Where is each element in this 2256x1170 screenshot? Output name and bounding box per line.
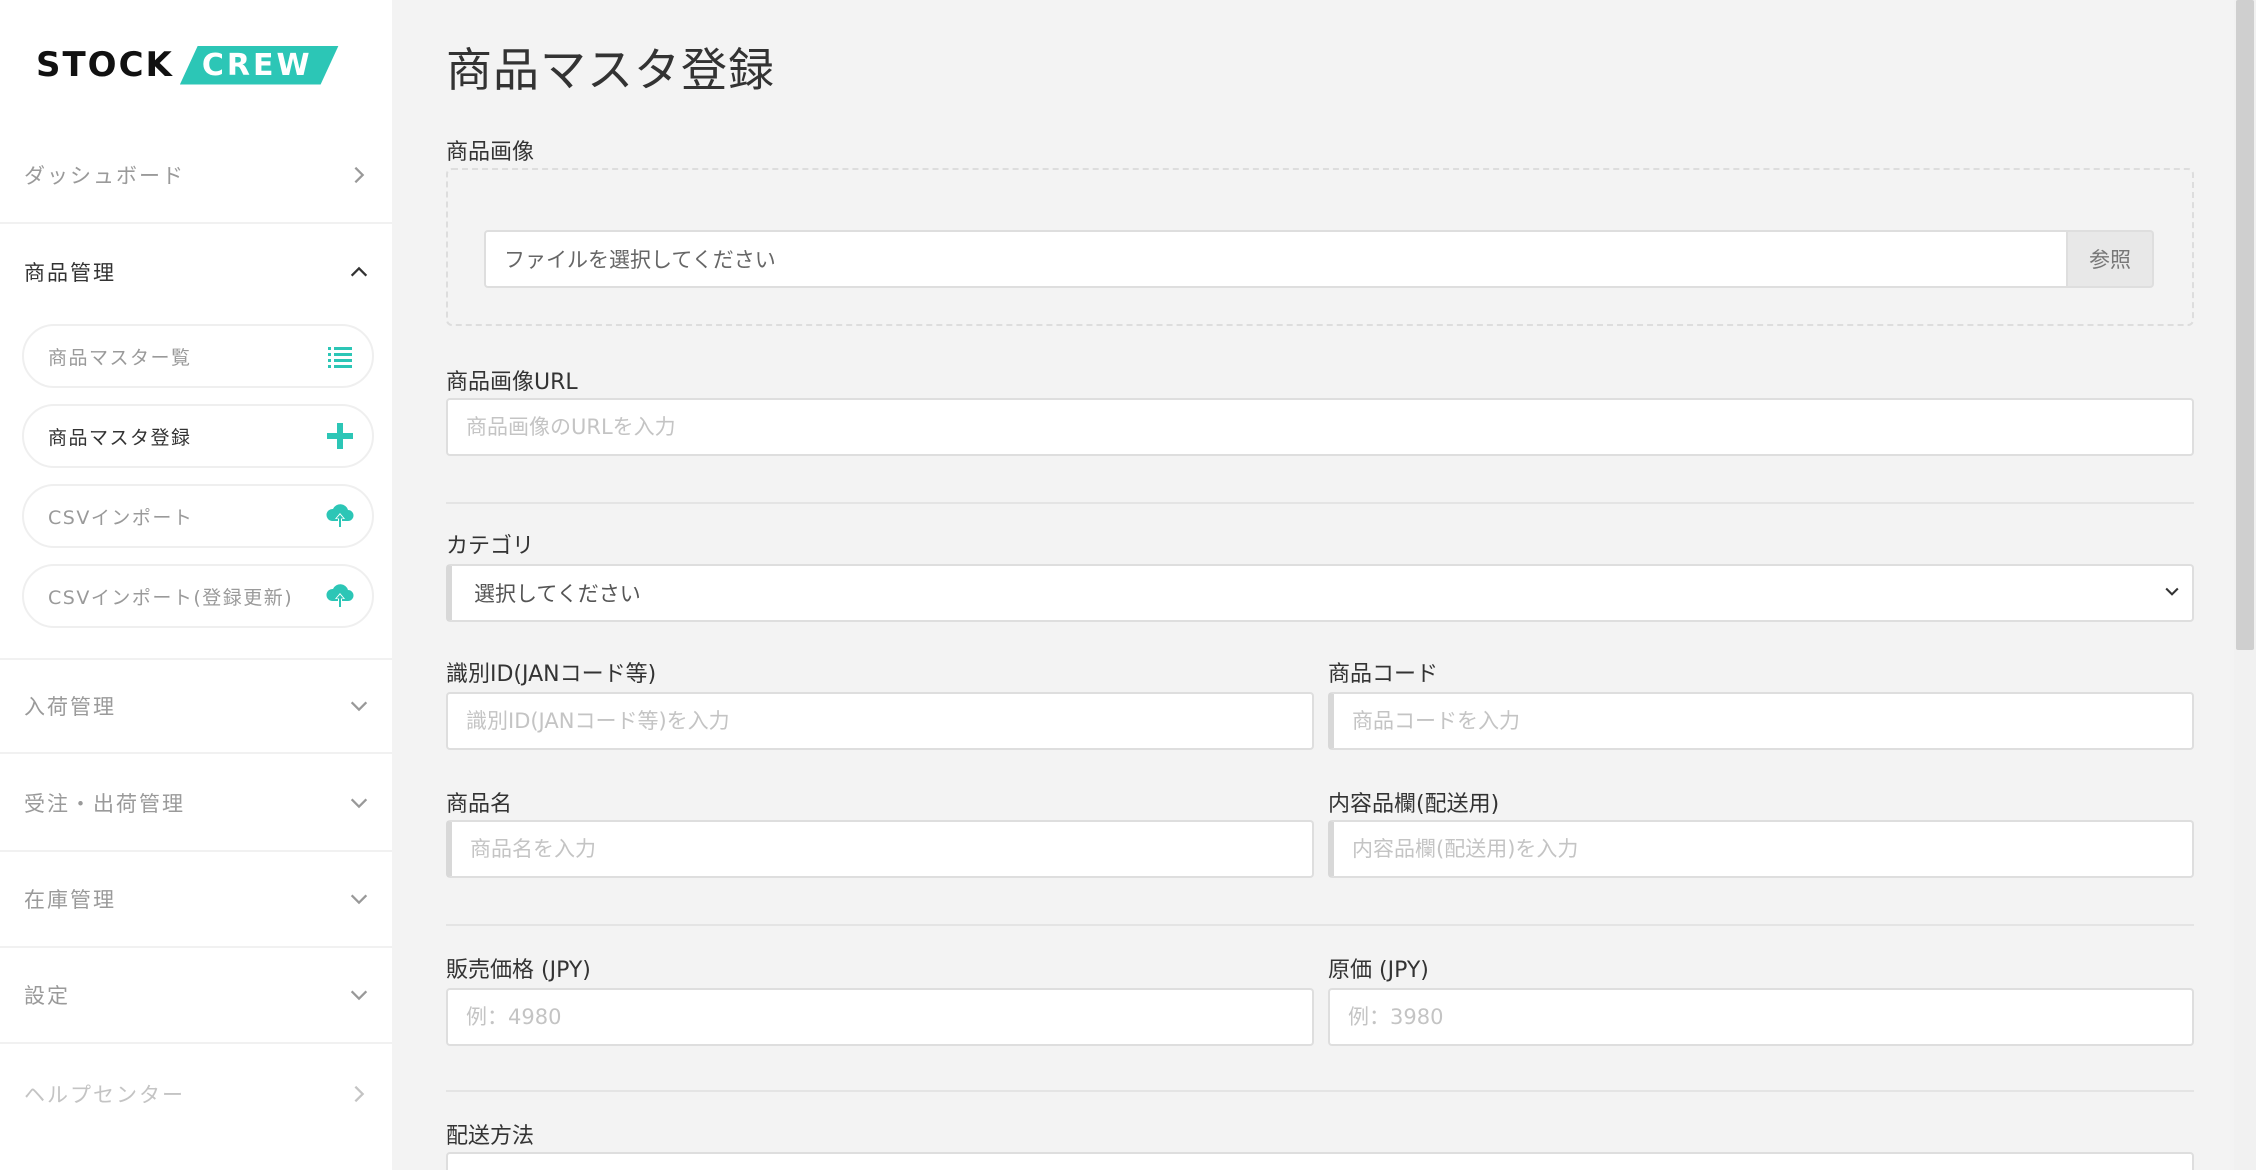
cost-label: 原価 (JPY) <box>1328 958 1429 983</box>
product-code-label: 商品コード <box>1328 662 1439 687</box>
sidebar-item-settings[interactable]: 設定 <box>0 948 392 1044</box>
sidebar-item-label: ヘルプセンター <box>24 1083 185 1107</box>
sidebar-item-label: 商品管理 <box>24 261 116 285</box>
logo[interactable]: STOCK CREW <box>36 42 339 88</box>
image-label: 商品画像 <box>446 140 535 165</box>
content-label: 内容品欄(配送用) <box>1328 792 1500 817</box>
sidebar-item-label: ダッシュボード <box>24 164 185 188</box>
scrollbar-thumb[interactable] <box>2236 0 2254 650</box>
image-url-label: 商品画像URL <box>446 370 578 395</box>
chevron-down-icon <box>348 792 370 814</box>
browse-button[interactable]: 参照 <box>2068 230 2154 288</box>
sidebar-item-orders[interactable]: 受注・出荷管理 <box>0 756 392 852</box>
sidebar-item-product-mgmt[interactable]: 商品管理 <box>0 224 392 320</box>
sidebar-subitem-product-register[interactable]: 商品マスタ登録 <box>22 404 374 468</box>
logo-crew: CREW <box>180 46 339 85</box>
sidebar-item-inbound[interactable]: 入荷管理 <box>0 658 392 754</box>
category-label: カテゴリ <box>446 534 535 559</box>
category-select[interactable]: 選択してください <box>446 564 2194 622</box>
sidebar-subitem-label: CSVインポート(登録更新) <box>48 586 294 609</box>
product-name-input[interactable] <box>446 820 1314 878</box>
identifier-label: 識別ID(JANコード等) <box>446 662 657 687</box>
main-content: 商品マスタ登録 商品画像 ファイルを選択してください 参照 商品画像URL カテ… <box>392 0 2256 1170</box>
sidebar-item-help[interactable]: ヘルプセンター <box>0 1046 392 1142</box>
sidebar-subitem-label: CSVインポート <box>48 506 194 529</box>
sidebar-subitem-label: 商品マスタ登録 <box>48 426 192 449</box>
sidebar-item-label: 設定 <box>24 984 70 1008</box>
sidebar-item-label: 受注・出荷管理 <box>24 792 185 816</box>
sidebar-item-inventory[interactable]: 在庫管理 <box>0 852 392 948</box>
category-select-value: 選択してください <box>474 582 641 606</box>
divider <box>446 1090 2194 1092</box>
plus-icon <box>324 420 356 452</box>
file-input[interactable]: ファイルを選択してください <box>484 230 2068 288</box>
shipping-select[interactable] <box>446 1152 2194 1170</box>
shipping-label: 配送方法 <box>446 1124 535 1149</box>
price-input[interactable] <box>446 988 1314 1046</box>
cost-input[interactable] <box>1328 988 2194 1046</box>
price-label: 販売価格 (JPY) <box>446 958 591 983</box>
chevron-down-icon <box>2162 581 2182 606</box>
content-input[interactable] <box>1328 820 2194 878</box>
chevron-down-icon <box>348 984 370 1006</box>
image-url-input[interactable] <box>446 398 2194 456</box>
sidebar-subitem-label: 商品マスター覧 <box>48 346 192 369</box>
logo-stock: STOCK <box>36 45 174 85</box>
sidebar-item-label: 在庫管理 <box>24 888 116 912</box>
product-name-label: 商品名 <box>446 792 513 817</box>
sidebar-subitem-csv-import[interactable]: CSVインポート <box>22 484 374 548</box>
sidebar-item-dashboard[interactable]: ダッシュボード <box>0 128 392 224</box>
identifier-input[interactable] <box>446 692 1314 750</box>
sidebar-subitem-csv-import-update[interactable]: CSVインポート(登録更新) <box>22 564 374 628</box>
sidebar: STOCK CREW ダッシュボード 商品管理 商品マスター覧 商品マスタ登録 … <box>0 0 392 1170</box>
cloud-upload-icon <box>324 580 356 612</box>
sidebar-item-label: 入荷管理 <box>24 695 116 719</box>
chevron-down-icon <box>348 695 370 717</box>
chevron-down-icon <box>348 888 370 910</box>
chevron-right-icon <box>348 1083 370 1105</box>
divider <box>446 502 2194 504</box>
chevron-up-icon <box>348 261 370 283</box>
sidebar-subitem-product-list[interactable]: 商品マスター覧 <box>22 324 374 388</box>
divider <box>446 924 2194 926</box>
product-code-input[interactable] <box>1328 692 2194 750</box>
cloud-upload-icon <box>324 500 356 532</box>
list-icon <box>324 340 356 372</box>
page-title: 商品マスタ登録 <box>446 43 775 97</box>
chevron-right-icon <box>348 164 370 186</box>
